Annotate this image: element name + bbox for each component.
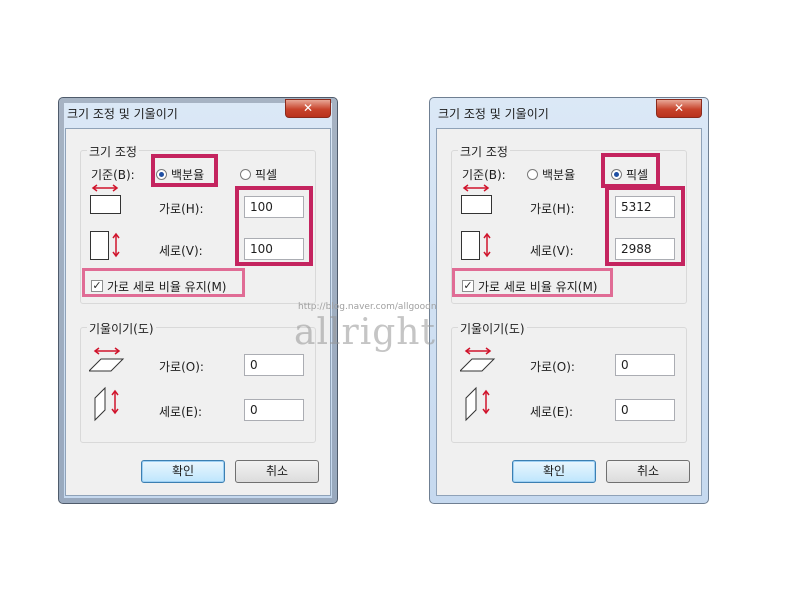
vertical-input[interactable]: 100 [244, 238, 304, 260]
skew-vertical-icon [465, 386, 490, 422]
pixel-label: 픽셀 [626, 168, 649, 182]
pixel-radio[interactable] [611, 169, 622, 180]
resize-dialog-pixel: 크기 조정 및 기울이기 ✕ 크기 조정 기준(B): 백분율 픽셀 가로(H)… [429, 97, 709, 504]
resize-group-label: 크기 조정 [458, 143, 510, 160]
dialog-title: 크기 조정 및 기울이기 [67, 107, 178, 121]
percent-label: 백분율 [542, 168, 576, 182]
horizontal-input[interactable]: 5312 [615, 196, 675, 218]
pixel-radio[interactable] [240, 169, 251, 180]
dialog-body: 크기 조정 기준(B): 백분율 픽셀 가로(H): 5312 세로(V): 2… [436, 128, 702, 496]
vertical-label: 세로(V): [530, 244, 574, 258]
aspect-checkbox[interactable]: ✓ [462, 280, 474, 292]
resize-group: 크기 조정 기준(B): 백분율 픽셀 가로(H): 100 세로(V): 10… [80, 143, 316, 304]
skew-vertical-input[interactable]: 0 [615, 399, 675, 421]
horizontal-label: 가로(H): [530, 202, 575, 216]
skew-horizontal-icon [460, 347, 496, 372]
basis-label: 기준(B): [91, 168, 135, 182]
close-button[interactable]: ✕ [656, 99, 702, 118]
skew-vertical-label: 세로(E): [159, 405, 203, 419]
vertical-input[interactable]: 2988 [615, 238, 675, 260]
skew-horizontal-icon [89, 347, 125, 372]
horizontal-input[interactable]: 100 [244, 196, 304, 218]
aspect-label: 가로 세로 비율 유지(M) [107, 280, 227, 294]
skew-vertical-input[interactable]: 0 [244, 399, 304, 421]
resize-horizontal-icon [461, 184, 492, 214]
aspect-checkbox[interactable]: ✓ [91, 280, 103, 292]
resize-group: 크기 조정 기준(B): 백분율 픽셀 가로(H): 5312 세로(V): 2… [451, 143, 687, 304]
skew-horizontal-input[interactable]: 0 [615, 354, 675, 376]
skew-horizontal-input[interactable]: 0 [244, 354, 304, 376]
pixel-label: 픽셀 [255, 168, 278, 182]
skew-group: 기울이기(도) 가로(O): 0 세로(E): 0 [451, 320, 687, 443]
basis-label: 기준(B): [462, 168, 506, 182]
watermark-text: allright [294, 312, 436, 353]
skew-horizontal-label: 가로(O): [159, 360, 204, 374]
resize-horizontal-icon [90, 184, 121, 214]
skew-vertical-icon [94, 386, 119, 422]
skew-vertical-label: 세로(E): [530, 405, 574, 419]
cancel-button[interactable]: 취소 [606, 460, 690, 483]
ok-button[interactable]: 확인 [512, 460, 596, 483]
ok-button[interactable]: 확인 [141, 460, 225, 483]
dialog-body: 크기 조정 기준(B): 백분율 픽셀 가로(H): 100 세로(V): 10… [65, 128, 331, 496]
resize-dialog-percent: 크기 조정 및 기울이기 ✕ 크기 조정 기준(B): 백분율 픽셀 가로(H)… [58, 97, 338, 504]
resize-group-label: 크기 조정 [87, 143, 139, 160]
aspect-label: 가로 세로 비율 유지(M) [478, 280, 598, 294]
skew-group: 기울이기(도) 가로(O): 0 세로(E): 0 [80, 320, 316, 443]
percent-radio[interactable] [156, 169, 167, 180]
vertical-label: 세로(V): [159, 244, 203, 258]
cancel-button[interactable]: 취소 [235, 460, 319, 483]
percent-label: 백분율 [171, 168, 205, 182]
close-button[interactable]: ✕ [285, 99, 331, 118]
skew-horizontal-label: 가로(O): [530, 360, 575, 374]
skew-group-label: 기울이기(도) [458, 320, 527, 337]
skew-group-label: 기울이기(도) [87, 320, 156, 337]
resize-vertical-icon [90, 231, 120, 260]
percent-radio[interactable] [527, 169, 538, 180]
watermark-url: http://blog.naver.com/allgoodn [298, 302, 437, 312]
resize-vertical-icon [461, 231, 491, 260]
horizontal-label: 가로(H): [159, 202, 204, 216]
dialog-title: 크기 조정 및 기울이기 [438, 107, 549, 121]
